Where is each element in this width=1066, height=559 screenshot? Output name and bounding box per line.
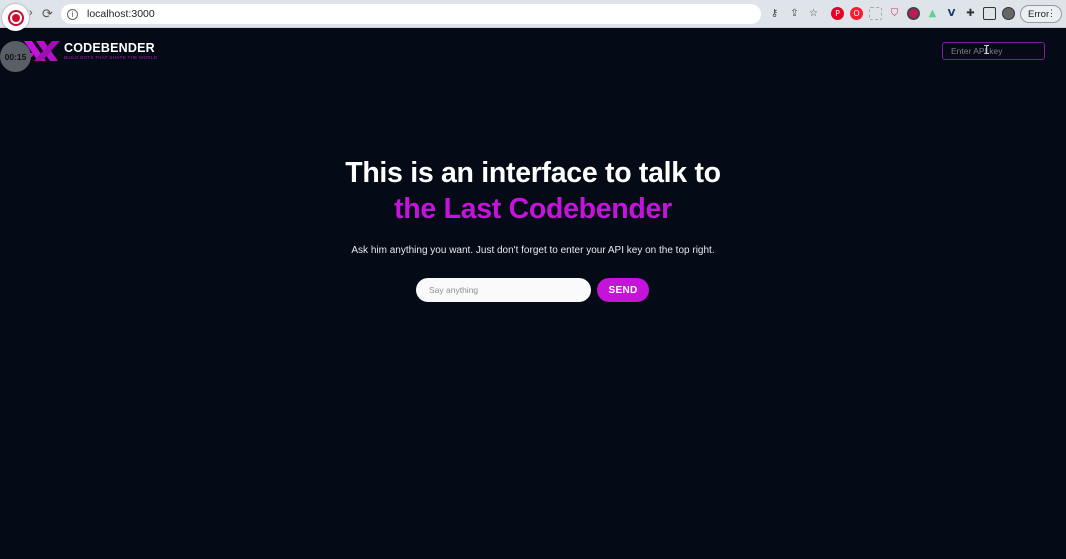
text-cursor-icon: I [983,43,991,57]
extension-red-icon[interactable] [907,7,920,20]
reload-icon[interactable]: ⟳ [40,6,55,21]
url-text: localhost:3000 [87,8,155,20]
share-icon[interactable]: ⇪ [788,7,801,20]
pinterest-icon[interactable]: P [831,7,844,20]
logo[interactable]: CODEBENDER BUILD BOTS THAT SHAPE THE WOR… [22,39,157,63]
extension-green-icon[interactable]: ▲ [926,7,939,20]
message-input[interactable] [416,278,591,302]
profile-error-label: Error [1028,8,1050,20]
avatar-icon[interactable] [1002,7,1015,20]
hero-title: This is an interface to talk to the Last… [0,155,1066,227]
api-key-input[interactable] [942,42,1045,60]
browser-toolbar: › ⟳ i localhost:3000 ⚷ ⇪ ☆ P O ⛉ ▲ V ✚ E… [0,0,1066,28]
vee-icon[interactable]: V [945,7,958,20]
logo-name: CODEBENDER [64,40,155,55]
menu-icon[interactable]: ⋮ [1047,8,1056,19]
site-info-icon[interactable]: i [67,8,78,20]
puzzle-icon[interactable]: ✚ [964,7,977,20]
hero-title-line1: This is an interface to talk to [345,157,721,189]
record-icon[interactable] [2,4,29,31]
extension-box-icon[interactable] [869,7,882,20]
address-bar[interactable]: i localhost:3000 [61,4,761,24]
hero-subtitle: Ask him anything you want. Just don't fo… [351,245,715,256]
send-button[interactable]: SEND [597,278,649,302]
logo-tagline: BUILD BOTS THAT SHAPE THE WORLD [64,54,158,60]
profile-error-button[interactable]: Error ⋮ [1020,5,1062,23]
hero-title-line2: the Last Codebender [394,193,672,225]
key-icon[interactable]: ⚷ [768,7,781,20]
back-icon[interactable]: › [29,7,33,19]
sidebar-icon[interactable] [983,7,996,20]
shield-icon[interactable]: ⛉ [888,7,901,20]
opera-icon[interactable]: O [850,7,863,20]
star-icon[interactable]: ☆ [807,7,820,20]
recording-timer: 00:15 [0,41,31,72]
